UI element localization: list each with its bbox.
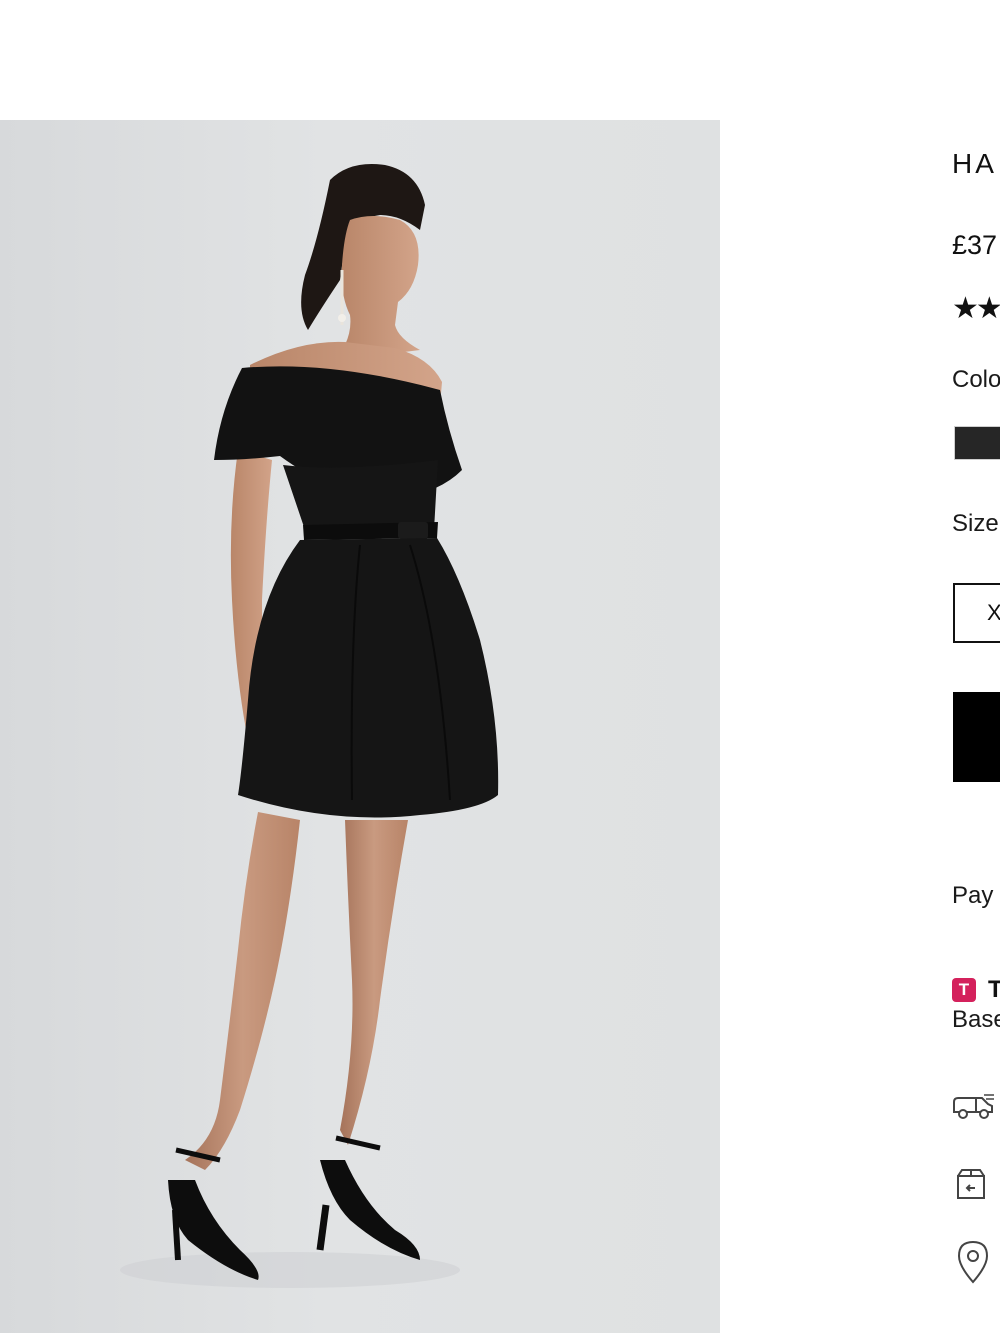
colour-swatch-black[interactable] bbox=[954, 426, 1000, 460]
returns-box-icon bbox=[956, 1168, 986, 1200]
model-photo bbox=[120, 164, 499, 1288]
add-to-bag-button[interactable] bbox=[953, 692, 1000, 782]
product-image[interactable] bbox=[0, 120, 720, 1333]
payment-info-text: Pay bbox=[952, 882, 994, 909]
reviews-badge-icon: T bbox=[952, 978, 976, 1002]
product-title: HA bbox=[952, 148, 997, 179]
size-label: Size bbox=[952, 510, 999, 537]
delivery-truck-icon bbox=[952, 1092, 996, 1122]
product-details: HA £37 ★★ Colo Size X Pay T T Base bbox=[952, 120, 1000, 1333]
colour-label: Colo bbox=[952, 366, 1000, 393]
reviews-title: T bbox=[988, 976, 1000, 1003]
rating-stars[interactable]: ★★ bbox=[952, 294, 1000, 324]
location-pin-icon bbox=[957, 1240, 989, 1284]
reviews-based-text: Base bbox=[952, 1006, 1000, 1033]
product-price: £37 bbox=[952, 230, 998, 260]
top-bar bbox=[0, 0, 1000, 120]
size-option-button[interactable]: X bbox=[953, 583, 1000, 643]
